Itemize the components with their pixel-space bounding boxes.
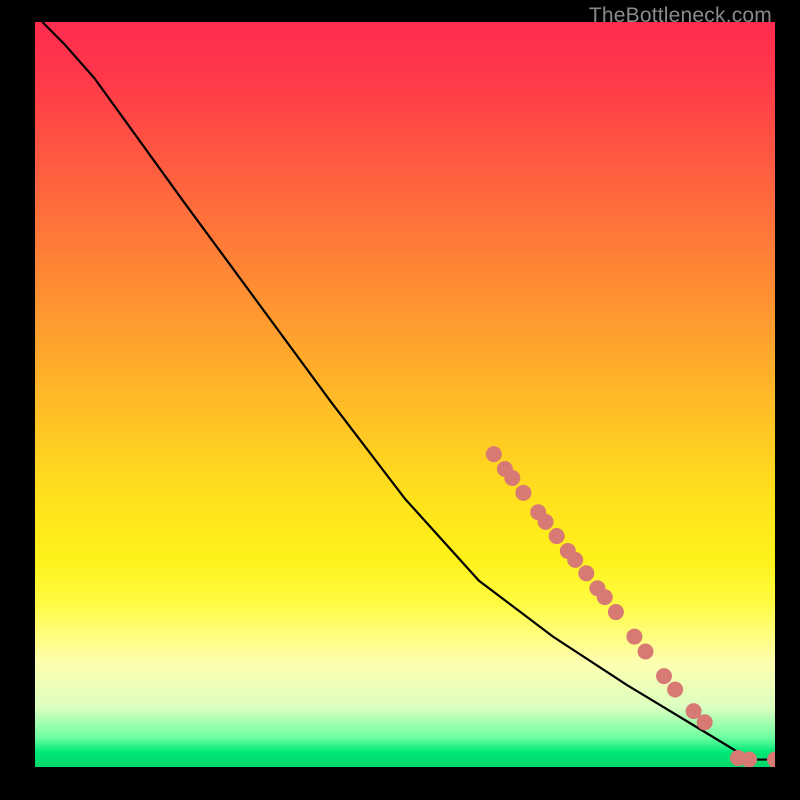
chart-container: TheBottleneck.com bbox=[0, 0, 800, 800]
chart-gradient-background bbox=[35, 22, 775, 767]
watermark-text: TheBottleneck.com bbox=[589, 4, 772, 28]
